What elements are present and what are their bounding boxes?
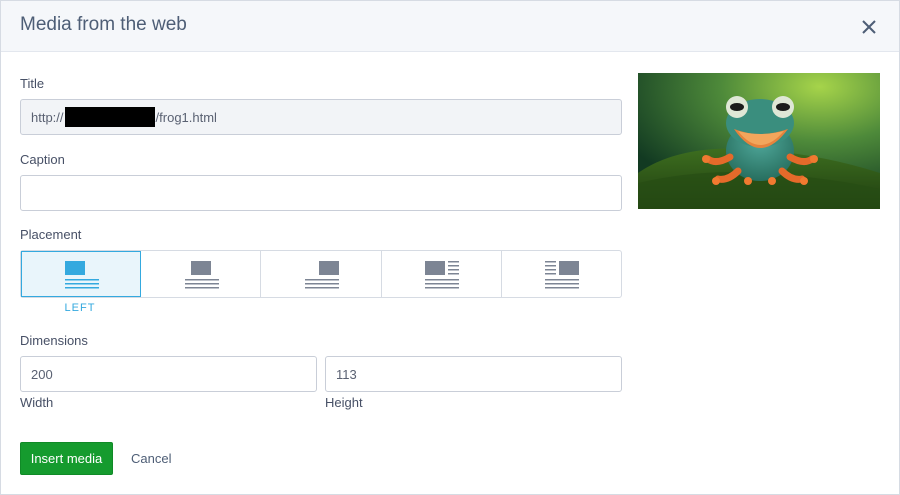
redacted-block (64, 107, 155, 127)
media-dialog: Media from the web Title http:// /frog1.… (0, 0, 900, 495)
placement-wrap-right-button[interactable] (502, 251, 621, 297)
placement-selected-caption: LEFT (64, 302, 96, 314)
placement-group (20, 250, 622, 298)
media-preview-image (638, 73, 880, 209)
close-icon (862, 20, 876, 34)
title-value-prefix: http:// (31, 109, 64, 125)
placement-right-button[interactable] (261, 251, 382, 297)
dimensions-label: Dimensions (20, 333, 88, 348)
placement-label: Placement (20, 227, 82, 242)
wrap-left-icon (425, 261, 460, 289)
dialog-title: Media from the web (20, 14, 187, 35)
dialog-header: Media from the web (1, 1, 899, 52)
title-value-suffix: /frog1.html (155, 109, 217, 125)
placement-left-button[interactable] (21, 251, 142, 297)
close-button[interactable] (856, 14, 882, 40)
cancel-button[interactable]: Cancel (131, 442, 171, 475)
caption-input[interactable] (20, 175, 622, 211)
title-input[interactable]: http:// /frog1.html (20, 99, 622, 135)
insert-media-button[interactable]: Insert media (20, 442, 113, 475)
placement-center-button[interactable] (141, 251, 262, 297)
width-input[interactable] (20, 356, 317, 392)
frog-image (638, 73, 880, 209)
align-right-icon (305, 261, 339, 289)
align-left-icon (64, 261, 99, 289)
height-input[interactable] (325, 356, 622, 392)
align-center-icon (184, 261, 219, 289)
wrap-right-icon (545, 261, 580, 289)
placement-wrap-left-button[interactable] (382, 251, 502, 297)
height-label: Height (325, 395, 363, 410)
title-label: Title (20, 76, 45, 91)
width-label: Width (20, 395, 54, 410)
caption-label: Caption (20, 152, 65, 167)
